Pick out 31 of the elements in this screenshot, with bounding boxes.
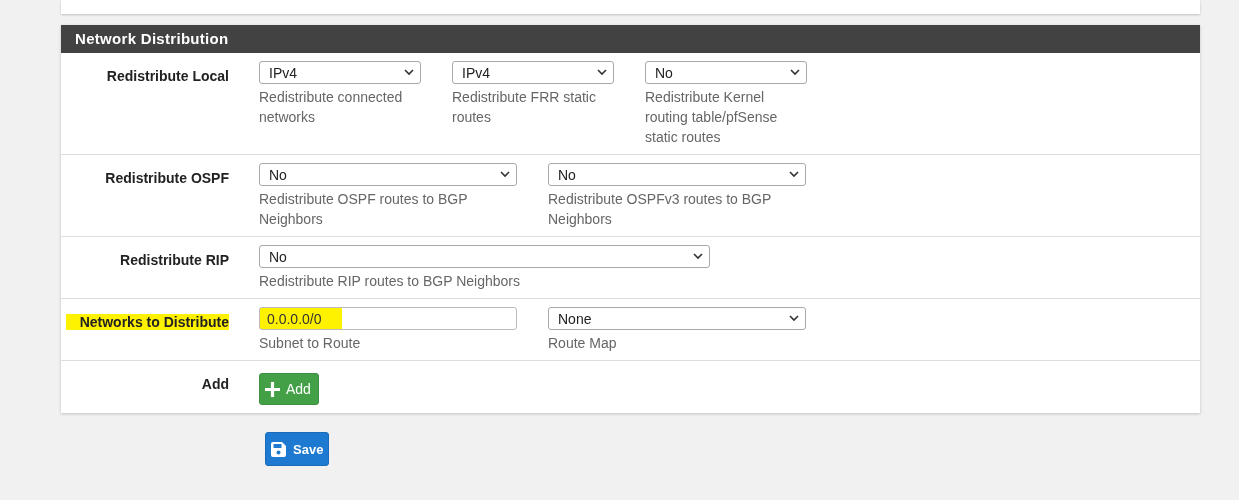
caret-icon xyxy=(789,171,799,178)
field-label: Add xyxy=(201,376,229,392)
plus-icon xyxy=(264,380,281,398)
input-field[interactable]: 0.0.0.0/0 xyxy=(259,307,517,330)
caret-icon xyxy=(597,69,607,76)
help-text: Redistribute OSPF routes to BGP Neighbors xyxy=(259,190,469,229)
help-text: Redistribute RIP routes to BGP Neighbors xyxy=(259,272,521,291)
field-label: Redistribute RIP xyxy=(120,252,229,268)
dropdown[interactable]: None xyxy=(548,307,806,330)
help-text: Route Map xyxy=(548,334,618,353)
save-button[interactable]: Save xyxy=(265,432,330,466)
dropdown[interactable]: IPv4 xyxy=(452,61,614,84)
dropdown[interactable]: No xyxy=(259,245,710,268)
help-text: Redistribute FRR static routes xyxy=(452,88,597,127)
dropdown[interactable]: No xyxy=(259,163,517,186)
caret-icon xyxy=(693,253,703,260)
caret-icon xyxy=(789,315,799,322)
dropdown[interactable]: No xyxy=(645,61,807,84)
panel-title: Network Distribution xyxy=(75,30,229,48)
caret-icon xyxy=(790,69,800,76)
help-text: Redistribute Kernel routing table/pfSense static routes xyxy=(645,88,779,147)
caret-icon xyxy=(404,69,414,76)
dropdown[interactable]: IPv4 xyxy=(259,61,421,84)
help-text: Redistribute OSPFv3 routes to BGP Neighbors xyxy=(548,190,773,229)
caret-icon xyxy=(500,171,510,178)
field-label: Redistribute OSPF xyxy=(105,170,229,186)
dropdown[interactable]: No xyxy=(548,163,806,186)
field-label: Redistribute Local xyxy=(106,68,229,84)
help-text: Redistribute connected networks xyxy=(259,88,404,127)
help-text: Subnet to Route xyxy=(259,334,362,353)
field-label: Networks to Distribute xyxy=(65,312,229,332)
